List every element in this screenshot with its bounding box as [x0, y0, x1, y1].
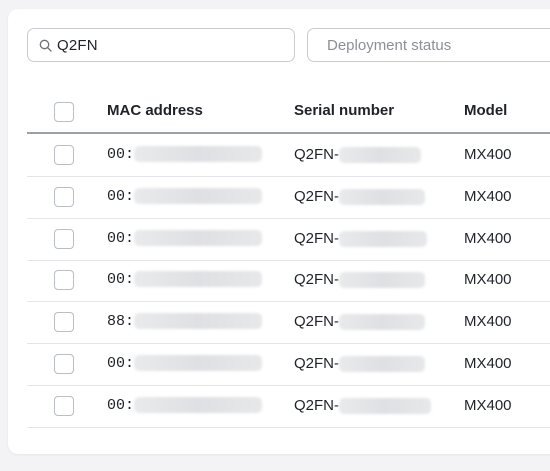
serial-number-cell: Q2FN-: [294, 397, 431, 415]
serial-number-cell: Q2FN-: [294, 355, 425, 373]
row-divider: [27, 260, 550, 261]
redacted-value: [339, 147, 421, 164]
select-all-checkbox[interactable]: [54, 102, 74, 122]
serial-number-text: Q2FN-: [294, 355, 339, 372]
model-cell: MX400: [464, 188, 512, 205]
redacted-value: [134, 397, 263, 414]
mac-address-cell: 00:: [107, 271, 263, 288]
mac-address-text: 00:: [107, 146, 135, 163]
serial-number-cell: Q2FN-: [294, 146, 421, 164]
serial-number-text: Q2FN-: [294, 188, 339, 205]
row-divider: [27, 427, 550, 428]
redacted-value: [339, 272, 425, 289]
mac-address-cell: 00:: [107, 188, 263, 205]
column-header-model[interactable]: Model: [464, 102, 507, 119]
redacted-value: [339, 398, 431, 415]
mac-address-cell: 00:: [107, 355, 263, 372]
row-divider: [27, 343, 550, 344]
row-checkbox[interactable]: [54, 145, 74, 165]
deployment-status-placeholder: Deployment status: [327, 36, 452, 54]
model-cell: MX400: [464, 313, 512, 330]
model-cell: MX400: [464, 355, 512, 372]
mac-address-text: 00:: [107, 355, 135, 372]
serial-number-text: Q2FN-: [294, 397, 339, 414]
redacted-value: [339, 356, 425, 373]
row-checkbox[interactable]: [54, 312, 74, 332]
row-checkbox[interactable]: [54, 229, 74, 249]
column-header-mac[interactable]: MAC address: [107, 102, 203, 119]
serial-number-cell: Q2FN-: [294, 313, 425, 331]
redacted-value: [339, 314, 425, 331]
redacted-value: [134, 188, 263, 205]
redacted-value: [339, 189, 425, 206]
column-header-serial[interactable]: Serial number: [294, 102, 394, 119]
deployment-status-filter[interactable]: Deployment status: [307, 28, 550, 62]
mac-address-text: 00:: [107, 230, 135, 247]
mac-address-cell: 00:: [107, 397, 263, 414]
mac-address-text: 00:: [107, 271, 135, 288]
search-input[interactable]: Q2FN: [27, 28, 295, 62]
row-divider: [27, 218, 550, 219]
row-divider: [27, 385, 550, 386]
model-cell: MX400: [464, 146, 512, 163]
model-cell: MX400: [464, 271, 512, 288]
serial-number-text: Q2FN-: [294, 313, 339, 330]
row-checkbox[interactable]: [54, 270, 74, 290]
row-divider: [27, 301, 550, 302]
mac-address-text: 88:: [107, 313, 135, 330]
row-checkbox[interactable]: [54, 354, 74, 374]
redacted-value: [134, 146, 263, 163]
redacted-value: [339, 231, 427, 248]
mac-address-cell: 00:: [107, 146, 263, 163]
mac-address-cell: 88:: [107, 313, 263, 330]
serial-number-cell: Q2FN-: [294, 271, 425, 289]
search-value: Q2FN: [57, 36, 98, 54]
row-divider: [27, 176, 550, 177]
serial-number-cell: Q2FN-: [294, 230, 427, 248]
redacted-value: [134, 313, 263, 330]
mac-address-text: 00:: [107, 397, 135, 414]
serial-number-text: Q2FN-: [294, 146, 339, 163]
redacted-value: [134, 271, 263, 288]
row-checkbox[interactable]: [54, 187, 74, 207]
mac-address-text: 00:: [107, 188, 135, 205]
row-checkbox[interactable]: [54, 396, 74, 416]
serial-number-text: Q2FN-: [294, 271, 339, 288]
header-divider: [27, 132, 550, 134]
model-cell: MX400: [464, 397, 512, 414]
redacted-value: [134, 230, 263, 247]
redacted-value: [134, 355, 263, 372]
serial-number-text: Q2FN-: [294, 230, 339, 247]
mac-address-cell: 00:: [107, 230, 263, 247]
serial-number-cell: Q2FN-: [294, 188, 425, 206]
model-cell: MX400: [464, 230, 512, 247]
search-icon: [37, 37, 53, 53]
